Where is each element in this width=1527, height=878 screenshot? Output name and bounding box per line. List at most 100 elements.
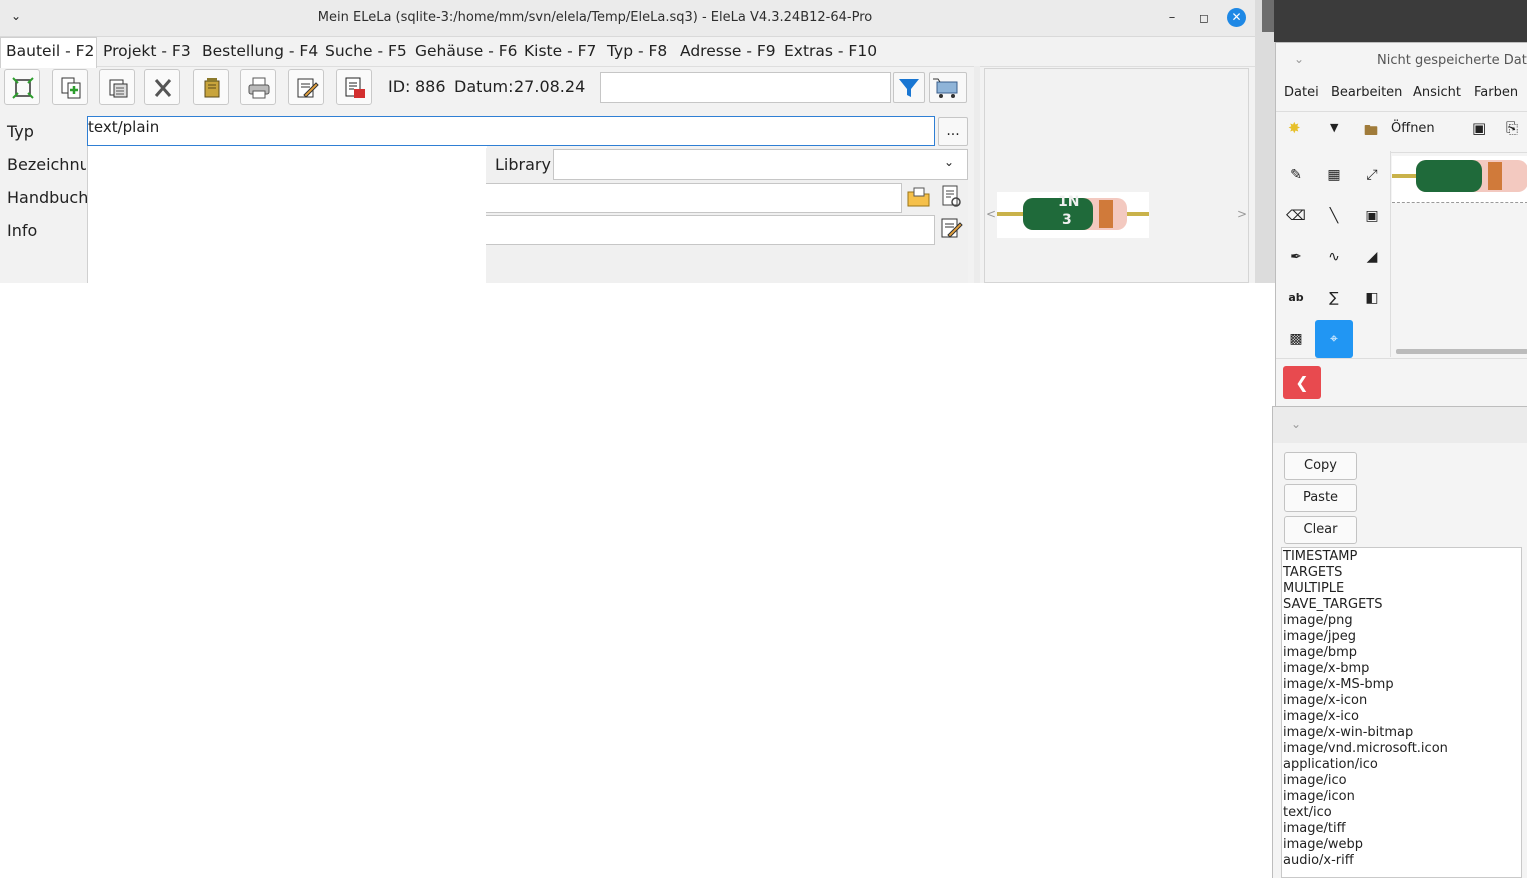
list-item[interactable]: image/ico — [1283, 773, 1521, 789]
tab-extras[interactable]: Extras - F10 — [784, 37, 877, 66]
list-item[interactable]: image/webp — [1283, 837, 1521, 853]
list-item[interactable]: image/jpeg — [1283, 629, 1521, 645]
paint-menu-datei[interactable]: Datei — [1284, 85, 1319, 100]
tab-adresse[interactable]: Adresse - F9 — [680, 37, 776, 66]
open-button[interactable]: Öffnen — [1391, 121, 1435, 136]
bezeichnung-label: Bezeichnur — [7, 155, 86, 174]
back-chevron-icon[interactable]: ❮ — [1283, 366, 1321, 399]
clipboard-targets-list[interactable]: TIMESTAMP TARGETS MULTIPLE SAVE_TARGETS … — [1281, 547, 1522, 878]
shape-tool-icon[interactable]: ▣ — [1357, 201, 1387, 231]
open-dropdown-chevron-icon[interactable]: ▼ — [1330, 121, 1338, 134]
list-item[interactable]: audio/x-riff — [1283, 853, 1521, 869]
minimize-icon[interactable]: – — [1163, 9, 1181, 27]
edit-button[interactable] — [288, 69, 324, 105]
maximize-icon[interactable]: ◻ — [1195, 9, 1213, 27]
preview-prev-arrow[interactable]: < — [986, 207, 996, 221]
paint-menu-ansicht[interactable]: Ansicht — [1413, 85, 1461, 100]
background-window-edge — [1255, 0, 1275, 283]
select-tool-icon[interactable]: ▦ — [1319, 160, 1349, 190]
filter-tool-icon[interactable]: ∑ — [1319, 283, 1349, 313]
list-item[interactable]: image/png — [1283, 613, 1521, 629]
title-bar[interactable]: ⌄ Mein ELeLa (sqlite-3:/home/mm/svn/elel… — [0, 0, 1255, 37]
clipboard-title-bar[interactable] — [1273, 407, 1527, 443]
list-item[interactable]: image/x-ico — [1283, 709, 1521, 725]
list-item[interactable]: application/ico — [1283, 757, 1521, 773]
search-input[interactable] — [600, 72, 891, 103]
list-item[interactable]: image/tiff — [1283, 821, 1521, 837]
clipboard-chevron-icon[interactable]: ⌄ — [1291, 417, 1301, 431]
canvas-scrollbar[interactable] — [1396, 349, 1527, 354]
edit-icon — [297, 78, 319, 98]
image-preview-panel — [984, 68, 1249, 283]
splitter[interactable] — [974, 66, 980, 283]
tab-suche[interactable]: Suche - F5 — [325, 37, 407, 66]
resize-tool-icon[interactable]: ⤢ — [1357, 160, 1387, 190]
tab-gehaeuse[interactable]: Gehäuse - F6 — [415, 37, 518, 66]
new-part-button[interactable] — [4, 69, 40, 105]
new-file-icon[interactable]: ✸ — [1288, 119, 1301, 137]
library-chevron-down-icon[interactable]: ⌄ — [944, 155, 954, 169]
preview-next-arrow[interactable]: > — [1237, 207, 1247, 221]
list-item[interactable]: image/bmp — [1283, 645, 1521, 661]
library-select[interactable] — [553, 149, 968, 180]
main-window: ⌄ Mein ELeLa (sqlite-3:/home/mm/svn/elel… — [0, 0, 1256, 283]
print-button[interactable] — [240, 69, 276, 105]
tab-bauteil[interactable]: Bauteil - F2 — [6, 37, 94, 66]
list-item[interactable]: TARGETS — [1283, 565, 1521, 581]
fill-tool-icon[interactable]: ◢ — [1357, 242, 1387, 272]
contrast-tool-icon[interactable]: ◧ — [1357, 283, 1387, 313]
tab-kiste[interactable]: Kiste - F7 — [524, 37, 596, 66]
paste-button[interactable]: Paste — [1284, 484, 1357, 512]
list-item[interactable]: MULTIPLE — [1283, 581, 1521, 597]
eraser-tool-icon[interactable]: ⌫ — [1281, 201, 1311, 231]
pencil-tool-icon[interactable]: ✎ — [1281, 160, 1311, 190]
copy-button[interactable]: Copy — [1284, 452, 1357, 480]
delete-button[interactable] — [144, 69, 180, 105]
new-part-icon — [12, 77, 34, 99]
list-item[interactable]: image/x-win-bitmap — [1283, 725, 1521, 741]
list-item[interactable]: SAVE_TARGETS — [1283, 597, 1521, 613]
tab-typ[interactable]: Typ - F8 — [607, 37, 667, 66]
export-button[interactable] — [336, 69, 372, 105]
library-label: Library — [495, 155, 551, 174]
image-icon[interactable]: ▣ — [1472, 119, 1486, 137]
close-button[interactable]: ✕ — [1227, 8, 1246, 27]
id-label: ID: — [388, 77, 411, 96]
crop-tool-icon[interactable]: ⌖ — [1315, 320, 1353, 358]
panel-strip — [1262, 0, 1274, 32]
paste-icon[interactable]: ⎘ — [1506, 119, 1518, 137]
list-item[interactable]: image/x-MS-bmp — [1283, 677, 1521, 693]
tab-bestellung[interactable]: Bestellung - F4 — [202, 37, 318, 66]
tab-projekt[interactable]: Projekt - F3 — [103, 37, 191, 66]
typ-input[interactable] — [87, 116, 935, 146]
clear-button[interactable]: Clear — [1284, 516, 1357, 544]
view-manual-button[interactable] — [938, 183, 968, 213]
part-list-button[interactable] — [99, 69, 135, 105]
typ-browse-button[interactable]: ... — [938, 117, 968, 146]
list-item[interactable]: image/icon — [1283, 789, 1521, 805]
open-folder-icon[interactable]: 🖿 — [1364, 120, 1378, 144]
shop-search-button[interactable] — [929, 72, 967, 103]
rect-select-tool-icon[interactable]: ▩ — [1281, 324, 1311, 354]
paint-menu-bearbeiten[interactable]: Bearbeiten — [1331, 85, 1402, 100]
info-input[interactable] — [486, 215, 935, 245]
brush-tool-icon[interactable]: ✒ — [1281, 242, 1311, 272]
stock-button[interactable] — [193, 69, 229, 105]
line-tool-icon[interactable]: ╲ — [1319, 201, 1349, 231]
copy-part-icon — [61, 77, 81, 99]
text-tool-icon[interactable]: ab — [1281, 283, 1311, 313]
filter-button[interactable] — [893, 72, 925, 103]
paint-window-chevron-icon[interactable]: ⌄ — [1294, 52, 1304, 66]
open-manual-button[interactable] — [905, 183, 935, 213]
handbuch-input[interactable] — [486, 183, 902, 213]
edit-info-button[interactable] — [938, 215, 968, 245]
copy-part-button[interactable] — [52, 69, 88, 105]
list-item[interactable]: image/x-icon — [1283, 693, 1521, 709]
list-item[interactable]: TIMESTAMP — [1283, 549, 1521, 565]
list-item[interactable]: text/ico — [1283, 805, 1521, 821]
paint-canvas[interactable] — [1392, 156, 1527, 203]
curve-tool-icon[interactable]: ∿ — [1319, 242, 1349, 272]
list-item[interactable]: image/x-bmp — [1283, 661, 1521, 677]
list-item[interactable]: image/vnd.microsoft.icon — [1283, 741, 1521, 757]
paint-menu-farben[interactable]: Farben — [1474, 85, 1518, 100]
